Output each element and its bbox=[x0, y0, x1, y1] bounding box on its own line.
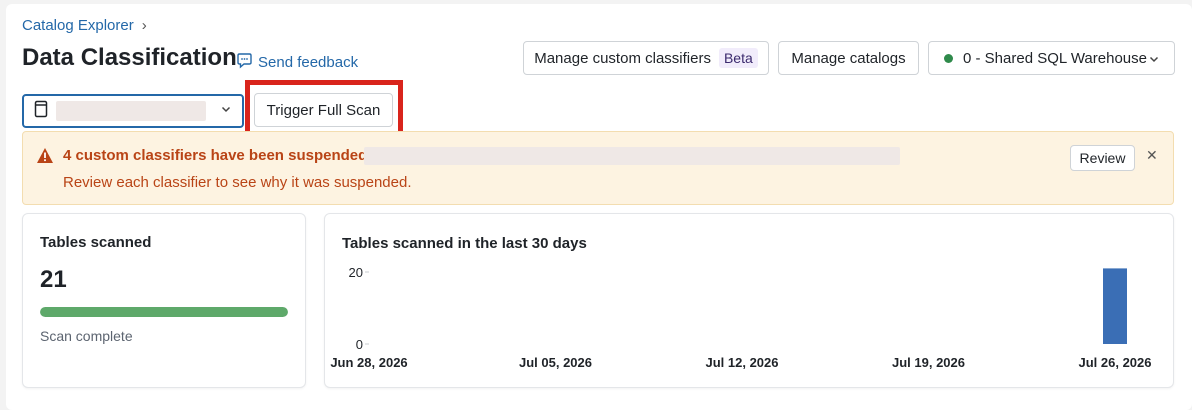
scan-history-chart: 20 0 Jun 28, 2026 Jul 05, 2026 Jul 12, 2026 J… bbox=[330, 265, 1152, 370]
warehouse-selector[interactable]: 0 - Shared SQL Warehouse bbox=[928, 41, 1175, 75]
redacted-classifier-names bbox=[364, 147, 900, 165]
chevron-down-icon bbox=[220, 102, 232, 120]
x-tick-label: Jul 05, 2026 bbox=[519, 355, 592, 370]
tables-scanned-title: Tables scanned bbox=[40, 234, 152, 251]
alert-title: 4 custom classifiers have been suspended… bbox=[63, 147, 373, 164]
warehouse-status-dot bbox=[944, 53, 953, 63]
y-tick-label: 0 bbox=[356, 337, 363, 352]
chart-bar[interactable] bbox=[1103, 268, 1127, 344]
scan-status: Scan complete bbox=[40, 328, 133, 344]
y-tick-label: 20 bbox=[349, 265, 363, 280]
send-feedback-label: Send feedback bbox=[258, 54, 359, 71]
tables-scanned-card: Tables scanned 21 Scan complete bbox=[22, 213, 306, 388]
suspended-classifiers-alert: 4 custom classifiers have been suspended… bbox=[22, 131, 1174, 205]
x-tick-label: Jun 28, 2026 bbox=[330, 355, 407, 370]
alert-body: Review each classifier to see why it was… bbox=[63, 174, 412, 191]
breadcrumb: Catalog Explorer › bbox=[22, 17, 147, 34]
send-feedback-link[interactable]: Send feedback bbox=[236, 52, 358, 73]
breadcrumb-separator: › bbox=[141, 17, 147, 34]
manage-custom-classifiers-button[interactable]: Manage custom classifiers Beta bbox=[523, 41, 769, 75]
x-tick-label: Jul 19, 2026 bbox=[892, 355, 965, 370]
review-label: Review bbox=[1079, 150, 1126, 166]
redacted-catalog-name bbox=[56, 101, 206, 121]
page-title: Data Classification bbox=[22, 44, 237, 71]
manage-catalogs-label: Manage catalogs bbox=[791, 49, 906, 67]
manage-custom-classifiers-label: Manage custom classifiers bbox=[534, 49, 711, 67]
chat-bubble-icon bbox=[236, 52, 253, 73]
scan-history-chart-card: Tables scanned in the last 30 days 20 0 Ju… bbox=[324, 213, 1174, 388]
x-tick-label: Jul 26, 2026 bbox=[1079, 355, 1152, 370]
breadcrumb-catalog-explorer[interactable]: Catalog Explorer bbox=[22, 17, 134, 34]
warehouse-label: 0 - Shared SQL Warehouse bbox=[963, 49, 1147, 67]
catalog-select[interactable] bbox=[22, 94, 244, 128]
close-icon[interactable]: ✕ bbox=[1146, 147, 1158, 164]
tables-scanned-count: 21 bbox=[40, 266, 67, 293]
beta-badge: Beta bbox=[718, 48, 758, 68]
scan-progress-bar bbox=[40, 307, 288, 317]
manage-catalogs-button[interactable]: Manage catalogs bbox=[778, 41, 919, 75]
scan-progress-fill bbox=[40, 307, 288, 317]
warning-icon bbox=[36, 147, 54, 169]
catalog-icon bbox=[34, 100, 48, 123]
x-tick-label: Jul 12, 2026 bbox=[706, 355, 779, 370]
review-button[interactable]: Review bbox=[1070, 145, 1135, 171]
chevron-down-icon bbox=[1148, 52, 1160, 69]
